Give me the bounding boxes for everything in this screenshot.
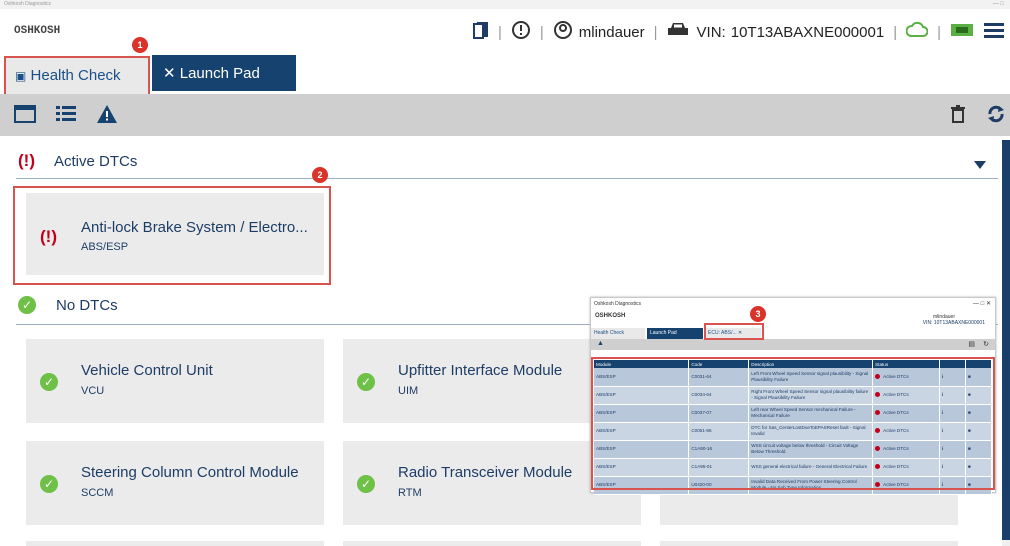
window-controls[interactable]: — □ (993, 0, 1004, 9)
alert-circle-icon[interactable] (511, 20, 531, 44)
app-title: Oshkosh Diagnostics (4, 1, 51, 7)
divider: | (539, 23, 544, 41)
wrench-icon: ✕ (163, 65, 176, 82)
user-icon[interactable] (553, 20, 573, 44)
vin-label: VIN: (696, 23, 726, 41)
top-bar-right: | | mlindauer | VIN: 10T13ABAXNE000001 |… (472, 19, 1010, 45)
window-icon[interactable] (14, 105, 36, 129)
section-active-dtcs[interactable]: (!) Active DTCs (18, 151, 137, 171)
callout-badge-2: 2 (312, 167, 328, 183)
toolbar (0, 94, 1010, 136)
check-icon: ✓ (40, 475, 58, 493)
tab-bar: ▣ Health Check ✕ Launch Pad (0, 54, 1010, 96)
divider: | (937, 23, 941, 41)
module-abbr: VCU (81, 385, 105, 397)
module-card-partial (660, 541, 958, 546)
car-icon (667, 22, 689, 42)
inset-tab-launch[interactable]: Launch Pad (647, 328, 703, 339)
callout-box-2 (13, 186, 331, 285)
module-abbr: SCCM (81, 487, 114, 499)
logo-text: OSHKOSH (14, 25, 61, 37)
check-icon: ✓ (18, 296, 36, 314)
module-title: Steering Column Control Module (81, 464, 299, 481)
inset-vin: VIN: 10T13ABAXNE000001 (922, 320, 985, 326)
inset-trash-icon[interactable]: ▤ (968, 340, 975, 348)
section-divider (16, 178, 998, 179)
username: mlindauer (578, 23, 645, 41)
inset-tab-health-label: Health Check (594, 330, 625, 336)
inset-window-title: Oshkosh Diagnostics (594, 301, 641, 307)
module-title: Upfitter Interface Module (398, 362, 563, 379)
inset-toolbar: ▲ ▤ ↻ (591, 339, 995, 350)
divider: | (893, 23, 898, 41)
check-icon: ✓ (40, 373, 58, 391)
inset-logo: OSHKOSH (595, 313, 626, 319)
module-card-sccm[interactable]: ✓ Steering Column Control Module SCCM (26, 441, 324, 525)
inset-tab-launch-label: Launch Pad (650, 330, 677, 336)
warning-icon[interactable] (96, 104, 118, 130)
module-card-partial (26, 541, 324, 546)
callout-box-1 (4, 56, 150, 98)
cloud-icon[interactable] (905, 20, 929, 44)
chevron-down-icon[interactable] (974, 156, 986, 174)
check-icon: ✓ (357, 373, 375, 391)
top-bar: OSHKOSH | | mlindauer | VIN: 10T13ABAXNE… (0, 9, 1010, 54)
module-card-vcu[interactable]: ✓ Vehicle Control Unit VCU (26, 339, 324, 423)
section-no-dtcs[interactable]: ✓ No DTCs (18, 296, 118, 314)
vin-value: 10T13ABAXNE000001 (730, 23, 885, 41)
battery-icon[interactable] (950, 22, 974, 42)
divider: | (497, 23, 502, 41)
inset-refresh-icon[interactable]: ↻ (983, 340, 989, 348)
module-abbr: UIM (398, 385, 419, 397)
inset-window-controls: — □ ✕ (973, 301, 991, 307)
tab-launch-pad[interactable]: ✕ Launch Pad (152, 55, 296, 91)
list-icon[interactable] (56, 105, 76, 129)
oshkosh-logo: OSHKOSH (14, 25, 60, 37)
app-titlebar: Oshkosh Diagnostics — □ (0, 0, 1010, 9)
divider: | (653, 23, 658, 41)
module-title: Radio Transceiver Module (398, 464, 573, 481)
trash-icon[interactable] (950, 105, 966, 129)
refresh-icon[interactable] (986, 104, 1006, 130)
callout-badge-1: 1 (132, 37, 148, 53)
section-none-title: No DTCs (56, 296, 118, 314)
callout-box-3 (704, 323, 764, 340)
inset-tab-health[interactable]: Health Check (591, 328, 645, 339)
callout-badge-3: 3 (750, 306, 766, 322)
alert-icon: (!) (18, 151, 35, 170)
inset-warning-icon[interactable]: ▲ (597, 340, 604, 347)
module-card-partial (343, 541, 641, 546)
clipboard-icon[interactable] (472, 21, 489, 43)
scrollbar-thumb[interactable] (1002, 140, 1010, 540)
module-title: Vehicle Control Unit (81, 362, 213, 379)
module-abbr: RTM (398, 487, 422, 499)
section-active-title: Active DTCs (54, 152, 138, 170)
callout-box-table (591, 357, 995, 490)
tab-launch-pad-label: Launch Pad (179, 65, 260, 82)
check-icon: ✓ (357, 475, 375, 493)
hamburger-icon[interactable] (984, 22, 1004, 42)
